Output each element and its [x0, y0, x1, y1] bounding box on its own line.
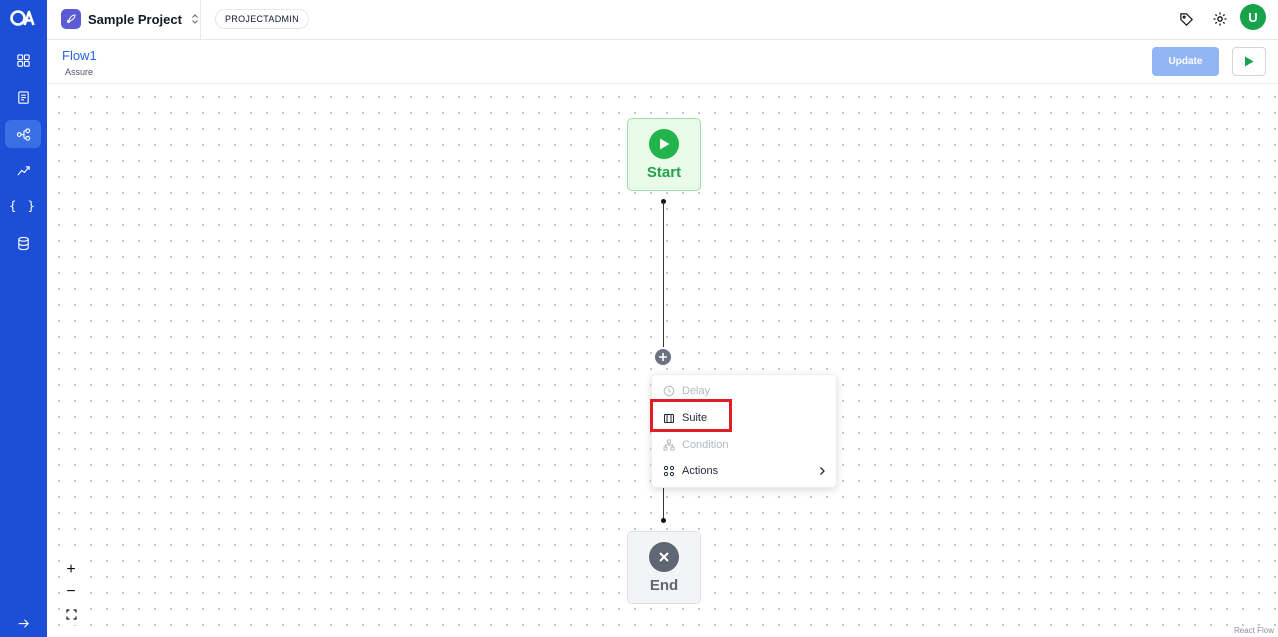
flow-edge: [663, 488, 664, 520]
flow-subtitle: Assure: [65, 67, 94, 77]
condition-icon: [663, 439, 675, 451]
fit-view-button[interactable]: [60, 603, 82, 625]
flow-canvas[interactable]: Start Delay Suite Condition Actions End: [47, 84, 1278, 637]
run-flow-button[interactable]: [1232, 47, 1266, 76]
header-divider: [200, 0, 201, 40]
user-avatar[interactable]: U: [1240, 4, 1266, 30]
update-button[interactable]: Update: [1152, 47, 1219, 76]
top-bar: Sample Project PROJECTADMIN U: [47, 0, 1278, 40]
zoom-out-button[interactable]: −: [60, 581, 82, 603]
flow-title[interactable]: Flow1: [62, 48, 97, 63]
close-circle-icon: [649, 542, 679, 572]
chevron-right-icon: [820, 467, 825, 475]
dashboard-nav-icon[interactable]: [5, 46, 41, 74]
actions-icon: [663, 465, 675, 477]
end-node-label: End: [649, 577, 679, 594]
menu-item-label: Condition: [682, 439, 729, 451]
play-circle-icon: [649, 129, 679, 159]
react-flow-attribution[interactable]: React Flow: [1234, 626, 1274, 635]
add-step-button[interactable]: [653, 347, 673, 367]
role-badge: PROJECTADMIN: [215, 9, 309, 29]
clock-icon: [663, 385, 675, 397]
fit-view-icon: [65, 608, 77, 620]
expand-sidebar-icon[interactable]: [5, 609, 41, 637]
left-nav-rail: { }: [0, 0, 47, 637]
menu-item-actions[interactable]: Actions: [652, 458, 838, 484]
menu-item-condition[interactable]: Condition: [652, 432, 838, 458]
edge-handle: [661, 518, 666, 523]
test-cases-nav-icon[interactable]: [5, 83, 41, 111]
flows-nav-icon[interactable]: [5, 120, 41, 148]
start-node-label: Start: [646, 164, 682, 181]
chevron-up-down-icon: [192, 14, 198, 24]
play-icon: [1245, 56, 1254, 67]
flow-edge: [663, 202, 664, 358]
menu-item-label: Actions: [682, 465, 719, 477]
project-switcher[interactable]: Sample Project: [61, 8, 199, 30]
reports-nav-icon[interactable]: [5, 156, 41, 184]
end-node[interactable]: End: [627, 531, 701, 604]
rocket-icon: [61, 9, 81, 29]
app-logo-icon[interactable]: [0, 0, 47, 36]
plus-icon: [659, 353, 667, 361]
tag-icon[interactable]: [1177, 10, 1195, 28]
project-name: Sample Project: [88, 11, 182, 27]
settings-gear-icon[interactable]: [1211, 10, 1229, 28]
flow-header: Flow1 Assure Update: [47, 40, 1278, 84]
start-node[interactable]: Start: [627, 118, 701, 191]
database-nav-icon[interactable]: [5, 229, 41, 257]
menu-item-label: Delay: [682, 385, 711, 397]
suite-highlight-box: [650, 399, 732, 432]
variables-nav-icon[interactable]: { }: [5, 192, 41, 220]
zoom-in-button[interactable]: +: [60, 559, 82, 581]
